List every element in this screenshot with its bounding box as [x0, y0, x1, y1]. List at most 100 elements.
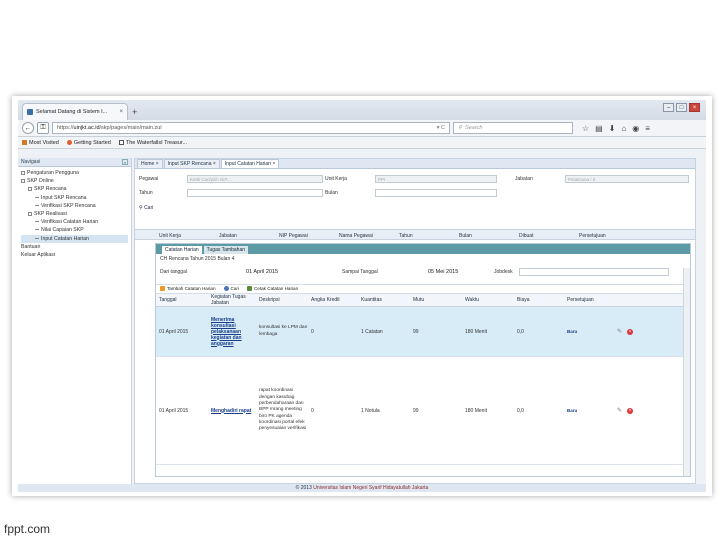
menu-icon[interactable]: ≡ — [645, 124, 650, 133]
close-window-icon[interactable]: × — [689, 103, 700, 112]
new-tab-button[interactable]: + — [132, 107, 137, 117]
cetak-button[interactable]: Cetak Catatan Harian — [246, 286, 298, 292]
footer-org: Universitas Islam Negeri Syarif Hidayatu… — [313, 485, 429, 491]
pocket-icon[interactable]: ◉ — [632, 124, 639, 133]
cell-kegiatan[interactable]: Menerima konsultasi pelaksanaan kegiatan… — [208, 306, 256, 357]
unit-kerja-label: Unit Kerja — [325, 176, 347, 182]
col-persetujuan: Persetujuan — [579, 233, 606, 239]
download-icon[interactable]: ⬇ — [609, 124, 616, 133]
cell-kegiatan[interactable]: Menghadiri rapat — [208, 356, 256, 465]
th-tanggal: Tanggal — [156, 294, 208, 307]
cari-button[interactable]: ⚲ Cari — [139, 205, 153, 211]
sampai-label: Sampai Tanggal — [342, 269, 378, 275]
sidebar-item[interactable]: Input SKP Rencana — [21, 194, 128, 202]
identity-icon[interactable]: ⚿ — [37, 122, 49, 134]
cari-panel-button[interactable]: Cari — [223, 286, 239, 292]
tab-catatan-harian[interactable]: Catatan Harian — [162, 246, 202, 254]
collapse-icon[interactable]: « — [122, 159, 128, 165]
delete-icon[interactable]: × — [627, 329, 634, 335]
home-icon[interactable]: ⌂ — [621, 124, 626, 133]
panel-scrollbar[interactable] — [683, 268, 690, 476]
tab-home[interactable]: Home × — [137, 159, 163, 168]
sidebar-item[interactable]: Bantuan — [21, 243, 128, 251]
cell-persetujuan: Baru — [564, 356, 614, 465]
cell-kuantitas: 1 Catatan — [358, 306, 410, 357]
sidebar-item[interactable]: SKP Rencana — [21, 185, 128, 193]
sidebar-item-label: Nilai Capaian SKP — [41, 227, 84, 234]
cell-waktu: 180 Menit — [462, 306, 514, 357]
bookmark-item[interactable]: Getting Started — [66, 140, 111, 146]
bulan-select[interactable] — [375, 189, 497, 197]
th-mutu: Mutu — [410, 294, 462, 307]
th-angka-kredit: Angka Kredit — [308, 294, 358, 307]
reading-list-icon[interactable]: ▤ — [595, 124, 603, 133]
back-icon[interactable]: ← — [22, 122, 34, 134]
browser-tab[interactable]: Selamat Datang di Sistem I... × — [22, 103, 128, 120]
minimize-icon[interactable]: – — [663, 103, 674, 112]
tahun-select[interactable] — [187, 189, 323, 197]
edit-icon[interactable]: ✎ — [617, 407, 622, 414]
tab-input-skp-rencana[interactable]: Input SKP Rencana × — [163, 159, 220, 168]
tab-tugas-tambahan[interactable]: Tugas Tambahan — [203, 246, 248, 254]
url-path: /skp/pages/main/main.zul — [99, 125, 162, 131]
sidebar-item[interactable]: Verifikasi Catatan Harian — [21, 218, 128, 226]
cell-tanggal: 01 April 2015 — [156, 356, 208, 465]
expand-icon — [21, 170, 25, 175]
ch-title: CH Rencana Tahun 2015 Bulan 4 — [160, 256, 235, 262]
tambah-button[interactable]: Tambah Catatan Harian — [160, 286, 216, 292]
th-biaya: Biaya — [514, 294, 564, 307]
sidebar-item[interactable]: Input Catatan Harian — [21, 234, 128, 243]
sidebar-item[interactable]: Keluar Aplikasi — [21, 251, 128, 259]
catatan-panel: Catatan Harian Tugas Tambahan CH Rencana… — [155, 243, 691, 477]
add-icon — [160, 286, 165, 292]
expand-icon — [28, 211, 32, 216]
unit-kerja-input[interactable]: PPI — [375, 175, 497, 183]
th-actions — [614, 294, 690, 307]
edit-icon[interactable]: ✎ — [617, 328, 622, 335]
url-host: uinjkt.ac.id — [73, 125, 100, 131]
maximize-icon[interactable]: □ — [676, 103, 687, 112]
url-bar[interactable]: https://uinjkt.ac.id/skp/pages/main/main… — [52, 122, 450, 134]
search-icon: ⚲ — [139, 205, 143, 211]
dari-value: 01 April 2015 — [246, 269, 279, 275]
close-tab-icon[interactable]: × — [119, 109, 123, 115]
jabatan-select[interactable]: Pelaksana / II — [565, 175, 689, 183]
star-icon[interactable]: ☆ — [582, 124, 589, 133]
cell-angka-kredit: 0 — [308, 306, 358, 357]
sidebar-item[interactable]: Nilai Capaian SKP — [21, 226, 128, 234]
sidebar-item[interactable]: SKP Online — [21, 177, 128, 185]
sidebar-item[interactable]: SKP Realisasi — [21, 210, 128, 218]
table-row[interactable]: 01 April 2015 Menghadiri rapat rapat koo… — [156, 356, 690, 465]
jabatan-label: Jabatan — [515, 176, 533, 182]
cell-mutu: 99 — [410, 356, 462, 465]
sidebar-item-label: SKP Online — [27, 178, 54, 185]
reload-icon[interactable]: ▾ C — [437, 125, 445, 131]
sidebar-item-label: Input Catatan Harian — [41, 235, 89, 242]
print-icon — [246, 286, 252, 292]
pegawai-input[interactable]: Ketik Cari/pilih NIP... — [187, 175, 323, 183]
col-nip: NIP Pegawai — [279, 233, 308, 239]
browser-navbar: ← ⚿ https://uinjkt.ac.id/skp/pages/main/… — [18, 120, 706, 137]
app-area: Navigasi « Pengaturan Pengguna SKP Online… — [18, 154, 706, 492]
pegawai-label: Pegawai — [139, 176, 159, 182]
bookmark-item[interactable]: Most Visited — [22, 140, 59, 146]
table-row[interactable]: 01 April 2015 Menerima konsultasi pelaks… — [156, 306, 690, 357]
tab-input-catatan-harian[interactable]: Input Catatan Harian × — [220, 159, 280, 168]
jobdesk-select[interactable] — [518, 268, 669, 276]
search-input[interactable]: ⚲ Search — [453, 122, 573, 134]
sidebar-item[interactable]: Verifikasi SKP Rencana — [21, 202, 128, 210]
col-tahun: Tahun — [399, 233, 413, 239]
catatan-table: Tanggal Kegiatan Tugas Jabatan Deskripsi… — [156, 294, 690, 465]
sidebar-item[interactable]: Pengaturan Pengguna — [21, 169, 128, 177]
col-dibuat: Dibuat — [519, 233, 534, 239]
col-unit-kerja: Unit Kerja — [159, 233, 181, 239]
cell-waktu: 180 Menit — [462, 356, 514, 465]
cell-deskripsi: konsultasi ke LPM dan lembaga — [256, 306, 308, 357]
jobdesk-label: Jobdesk — [494, 269, 513, 275]
nav-tree: Pengaturan Pengguna SKP Online SKP Rencana… — [18, 167, 131, 261]
browser-tab-title: Selamat Datang di Sistem I... — [36, 109, 108, 115]
bookmark-item[interactable]: The WaterfallsI Treasur... — [118, 140, 187, 146]
bookmarks-bar: Most Visited Getting Started The Waterfa… — [18, 137, 706, 149]
delete-icon[interactable]: × — [627, 408, 634, 414]
sidebar-header: Navigasi « — [18, 158, 131, 167]
